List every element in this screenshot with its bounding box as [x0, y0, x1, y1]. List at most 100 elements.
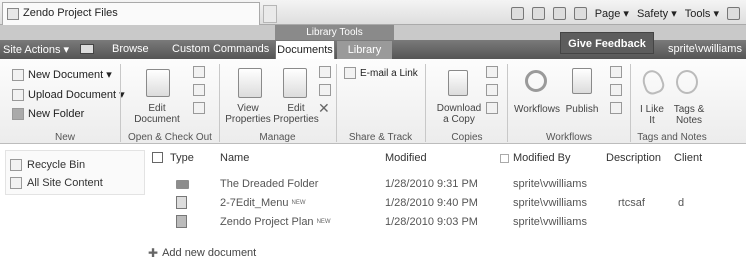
ribbon-separator — [219, 64, 220, 142]
edit-properties-button[interactable]: Edit Properties — [271, 103, 321, 125]
navigate-up-icon[interactable] — [80, 44, 94, 54]
go-to-source-icon[interactable] — [486, 102, 498, 114]
edit-properties-icon[interactable] — [283, 68, 307, 98]
check-in-icon[interactable] — [193, 84, 205, 96]
new-folder-label: New Folder — [28, 108, 85, 120]
all-site-content-label: All Site Content — [27, 177, 103, 189]
print-icon[interactable] — [573, 6, 587, 20]
email-link-label: E-mail a Link — [360, 67, 418, 79]
tab-documents[interactable]: Documents — [275, 40, 335, 60]
group-label-new: New — [54, 132, 75, 143]
modified-date: 1/28/2010 9:03 PM — [385, 216, 478, 228]
tab-library[interactable]: Library — [337, 41, 392, 59]
add-new-document-link[interactable]: ✚ Add new document — [148, 246, 256, 260]
give-feedback-button[interactable]: Give Feedback — [560, 32, 654, 54]
view-properties-button[interactable]: View Properties — [222, 103, 274, 125]
modified-by-link[interactable]: sprite\vwilliams — [513, 216, 587, 228]
new-folder-button[interactable]: New Folder — [12, 108, 84, 120]
folder-icon — [12, 108, 24, 120]
email-link-button[interactable]: E-mail a Link — [344, 67, 418, 79]
item-name-link[interactable]: The Dreaded Folder — [220, 178, 318, 190]
publish-button[interactable]: Publish — [564, 104, 600, 115]
all-site-content-link[interactable]: All Site Content — [10, 177, 103, 189]
item-name: Zendo Project Plan — [220, 216, 314, 228]
publish-icon[interactable] — [572, 68, 592, 94]
column-filter-icon — [500, 154, 509, 163]
page-menu[interactable]: Page ▾ — [595, 7, 629, 20]
manage-copies-icon[interactable] — [486, 84, 498, 96]
column-client[interactable]: Client — [674, 152, 702, 164]
tools-menu[interactable]: Tools ▾ — [685, 7, 719, 20]
browser-tab-title: Zendo Project Files — [23, 7, 118, 19]
edit-document-button[interactable]: Edit Document — [132, 103, 182, 125]
library-tools-label: Library Tools — [275, 25, 394, 40]
download-copy-button[interactable]: Download a Copy — [436, 103, 482, 125]
feeds-icon[interactable] — [531, 6, 545, 20]
ribbon-separator — [630, 64, 631, 142]
download-copy-icon[interactable] — [448, 70, 468, 96]
upload-document-button[interactable]: Upload Document ▾ — [12, 88, 125, 101]
new-badge: NEW — [291, 200, 306, 207]
version-history-icon[interactable] — [319, 66, 331, 78]
safety-menu[interactable]: Safety ▾ — [637, 7, 677, 20]
new-badge: NEW — [316, 219, 331, 226]
edit-document-icon[interactable] — [146, 69, 170, 97]
add-new-document-label: Add new document — [162, 247, 257, 259]
new-tab-button[interactable] — [263, 5, 277, 23]
workflows-icon[interactable] — [525, 70, 547, 92]
site-content-icon — [10, 177, 22, 189]
item-name-link[interactable]: Zendo Project Plan NEW — [220, 216, 331, 228]
view-properties-icon[interactable] — [238, 68, 262, 98]
group-label-open-checkout: Open & Check Out — [128, 132, 212, 143]
approve-icon[interactable] — [610, 84, 622, 96]
document-icon — [176, 196, 187, 209]
unpublish-icon[interactable] — [610, 66, 622, 78]
modified-by-link[interactable]: sprite\vwilliams — [513, 197, 587, 209]
column-description[interactable]: Description — [606, 152, 661, 164]
mail-icon[interactable] — [552, 6, 566, 20]
client-value: d — [678, 197, 685, 209]
group-label-copies: Copies — [451, 132, 483, 143]
group-label-tags-notes: Tags and Notes — [637, 132, 707, 143]
description-value: rtcsaf — [618, 197, 645, 209]
modified-date: 1/28/2010 9:40 PM — [385, 197, 478, 209]
tab-custom-commands[interactable]: Custom Commands — [172, 43, 269, 55]
modified-by-link[interactable]: sprite\vwilliams — [513, 178, 587, 190]
column-modified-by[interactable]: Modified By — [513, 152, 570, 164]
browser-tab[interactable]: Zendo Project Files — [2, 2, 260, 25]
group-label-share-track: Share & Track — [348, 132, 413, 143]
tab-browse[interactable]: Browse — [112, 43, 149, 55]
browser-command-bar: Page ▾ Safety ▾ Tools ▾ — [510, 5, 740, 21]
workflows-button[interactable]: Workflows — [513, 104, 561, 115]
home-icon[interactable] — [510, 6, 524, 20]
select-all-checkbox[interactable] — [152, 152, 163, 163]
new-document-icon — [12, 68, 24, 81]
upload-document-label: Upload Document ▾ — [28, 89, 125, 101]
folder-icon — [176, 180, 189, 189]
i-like-it-button[interactable]: I Like It — [636, 104, 668, 126]
item-name-link[interactable]: 2-7Edit_Menu NEW — [220, 197, 306, 209]
discard-checkout-icon[interactable] — [193, 102, 205, 114]
ribbon-separator — [425, 64, 426, 142]
check-out-icon[interactable] — [193, 66, 205, 78]
site-actions-menu[interactable]: Site Actions ▾ — [3, 43, 69, 56]
group-label-workflows: Workflows — [546, 132, 592, 143]
tags-notes-icon[interactable] — [676, 70, 698, 94]
tags-notes-button[interactable]: Tags & Notes — [672, 104, 706, 126]
item-name: 2-7Edit_Menu — [220, 197, 289, 209]
cancel-approval-icon[interactable] — [610, 102, 622, 114]
permissions-icon[interactable] — [319, 84, 331, 96]
help-icon[interactable] — [727, 6, 740, 20]
project-document-icon — [176, 215, 187, 228]
modified-date: 1/28/2010 9:31 PM — [385, 178, 478, 190]
group-label-manage: Manage — [259, 132, 296, 143]
ribbon-separator — [336, 64, 337, 142]
column-name[interactable]: Name — [220, 152, 249, 164]
send-to-icon[interactable] — [486, 66, 498, 78]
column-type[interactable]: Type — [170, 152, 194, 164]
recycle-bin-link[interactable]: Recycle Bin — [10, 159, 85, 171]
new-document-button[interactable]: New Document ▾ — [12, 68, 112, 81]
column-modified[interactable]: Modified — [385, 152, 427, 164]
ribbon-separator — [507, 64, 508, 142]
user-menu[interactable]: sprite\vwilliams — [668, 43, 742, 55]
